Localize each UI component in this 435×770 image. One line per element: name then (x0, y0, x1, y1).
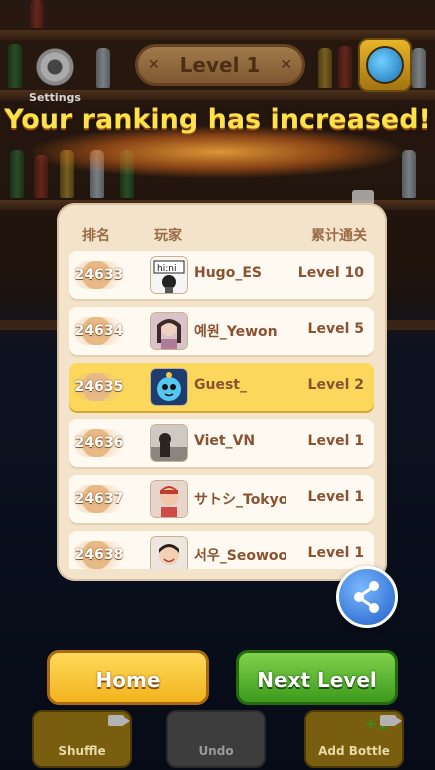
ranking-row: 24636 Viet_VN Level 1 (69, 419, 374, 467)
video-ad-icon (108, 715, 130, 726)
next-level-button[interactable]: Next Level (236, 650, 398, 705)
shuffle-tool-button[interactable]: Shuffle (32, 710, 132, 768)
rank-number: 24634 (73, 317, 125, 345)
svg-text:hi:ni: hi:ni (157, 264, 176, 274)
player-level: Level 10 (297, 265, 364, 281)
player-avatar (150, 480, 188, 518)
rank-number: 24633 (73, 261, 125, 289)
player-name: Hugo_ES (194, 265, 262, 281)
ranking-row-current-player: 24635 Guest_ Level 2 (69, 363, 374, 411)
share-button[interactable] (336, 566, 398, 628)
player-avatar: hi:ni (150, 256, 188, 294)
ranking-increased-banner: Your ranking has increased! (4, 104, 431, 135)
player-level: Level 2 (307, 377, 364, 393)
level-plaque: ✕ Level 1 ✕ (135, 44, 305, 86)
ranking-row: 24633 hi:ni Hugo_ES Level 10 (69, 251, 374, 299)
player-avatar (150, 368, 188, 406)
player-name: 서우_Seowoo (194, 548, 286, 564)
rank-number: 24636 (73, 429, 125, 457)
world-map-button[interactable] (358, 38, 412, 92)
shuffle-label: Shuffle (58, 744, 106, 758)
undo-tool-button[interactable]: Undo (166, 710, 266, 768)
level-title: Level 1 (179, 53, 261, 77)
player-avatar (150, 312, 188, 350)
rank-number: 24637 (73, 485, 125, 513)
globe-icon (366, 46, 404, 84)
home-button[interactable]: Home (47, 650, 209, 705)
player-name: Viet_VN (194, 433, 256, 449)
player-level: Level 5 (307, 321, 364, 337)
player-avatar (150, 536, 188, 569)
settings-button[interactable]: Settings (25, 45, 85, 104)
share-icon (354, 581, 379, 613)
total-levels-column-header: 累计通关 (311, 228, 367, 244)
video-ad-icon (380, 715, 402, 726)
settings-label: Settings (29, 91, 81, 104)
player-name: Guest_ (194, 377, 247, 393)
ranking-row: 24634 예원_Yewon Level 5 (69, 307, 374, 355)
rank-column-header: 排名 (82, 228, 110, 244)
ranking-panel: 排名 玩家 累计通关 24633 hi:ni Hugo_ES Level 10 … (57, 203, 387, 581)
ranking-row: 24637 サトシ_Tokyo Level 1 (69, 475, 374, 523)
plaque-rivet-icon: ✕ (280, 57, 292, 73)
undo-label: Undo (198, 744, 234, 758)
ranking-list[interactable]: 24633 hi:ni Hugo_ES Level 10 24634 예원_Ye… (69, 251, 374, 569)
player-name: サトシ_Tokyo (194, 492, 286, 508)
player-level: Level 1 (307, 545, 364, 561)
player-avatar (150, 424, 188, 462)
player-column-header: 玩家 (154, 228, 182, 244)
ranking-row: 24638 서우_Seowoo Level 1 (69, 531, 374, 569)
rank-number: 24638 (73, 541, 125, 569)
player-level: Level 1 (307, 489, 364, 505)
player-name: 예원_Yewon (194, 324, 278, 340)
rank-number: 24635 (73, 373, 125, 401)
plaque-rivet-icon: ✕ (148, 57, 160, 73)
add-bottle-tool-button[interactable]: +1 Add Bottle (304, 710, 404, 768)
ranking-header: 排名 玩家 累计通关 (57, 225, 387, 245)
player-level: Level 1 (307, 433, 364, 449)
gear-icon (33, 45, 77, 89)
add-bottle-label: Add Bottle (318, 744, 390, 758)
